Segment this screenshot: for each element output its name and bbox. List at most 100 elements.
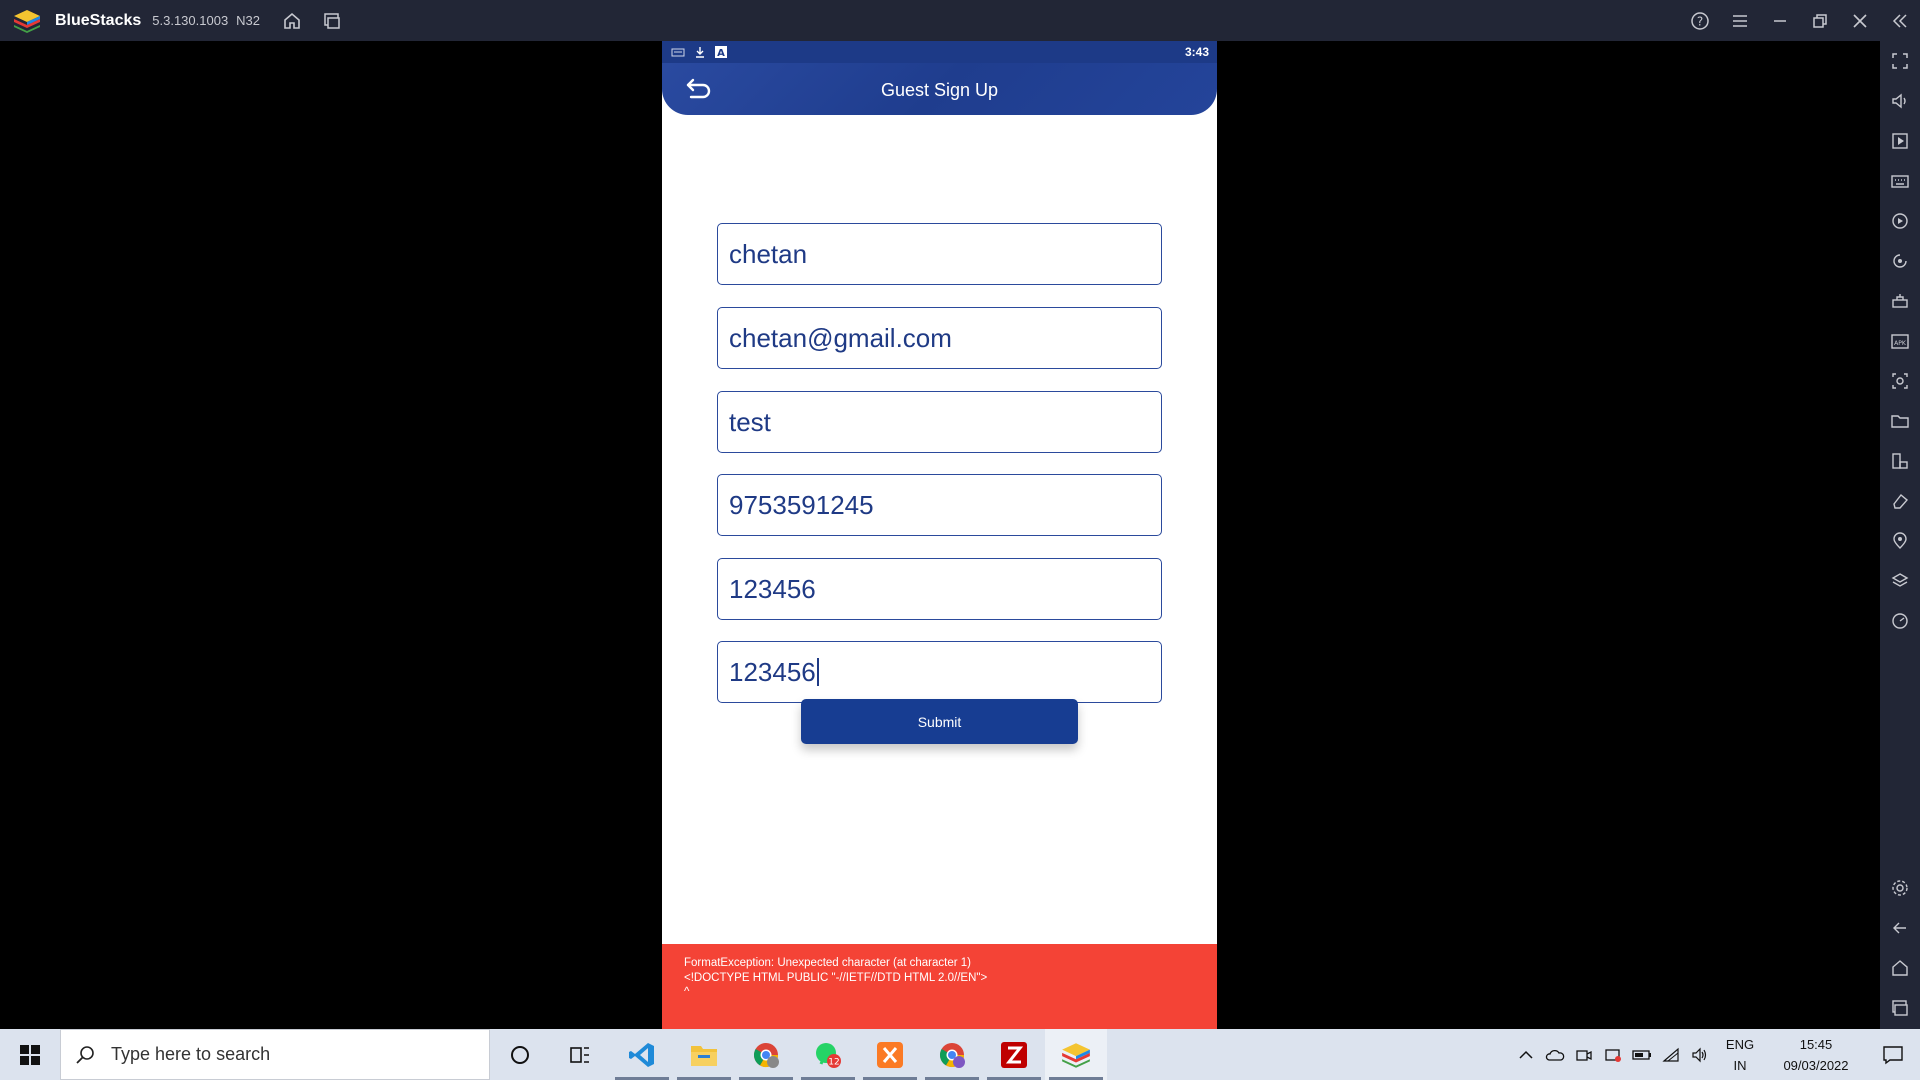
company-input[interactable] [718,392,1161,452]
settings-button[interactable] [1880,868,1920,908]
location-pin-icon [1893,532,1907,549]
fullscreen-button[interactable] [1880,41,1920,81]
company-field[interactable] [717,391,1162,453]
restore-button[interactable] [1800,0,1840,41]
hamburger-icon [1733,14,1747,27]
task-view-button[interactable] [549,1029,611,1080]
meet-now-tray-icon[interactable] [1569,1029,1598,1080]
region-code: IN [1733,1057,1747,1073]
volume-tray-icon[interactable] [1685,1029,1714,1080]
vscode-icon [629,1042,654,1067]
wifi-icon [1661,1047,1679,1062]
whatsapp-taskbar-app[interactable]: 12 [797,1029,859,1080]
email-input[interactable] [718,308,1161,368]
email-field[interactable] [717,307,1162,369]
show-hidden-icons-button[interactable] [1511,1029,1540,1080]
keyboard-icon [1891,175,1909,188]
vscode-taskbar-app[interactable] [611,1029,673,1080]
minimize-icon [1774,19,1786,22]
layers-button[interactable] [1880,561,1920,601]
bluestacks-logo-icon [14,9,40,33]
folder-icon [691,1045,717,1066]
input-language[interactable]: ENG IN [1714,1034,1766,1076]
eco-mode-button[interactable] [1880,481,1920,521]
cloud-icon [1545,1049,1564,1061]
media-manager-button[interactable] [1880,121,1920,161]
app-bar: Guest Sign Up [662,63,1217,115]
chrome-profile-taskbar-app[interactable] [921,1029,983,1080]
chrome-icon [753,1042,779,1068]
double-chevron-left-icon [1892,13,1907,28]
eraser-icon [1893,493,1908,509]
filezilla-taskbar-app[interactable] [983,1029,1045,1080]
battery-tray-icon[interactable] [1627,1029,1656,1080]
xampp-taskbar-app[interactable] [859,1029,921,1080]
status-time: 3:43 [1184,45,1209,59]
start-button[interactable] [0,1029,60,1080]
robot-icon [1892,294,1908,308]
download-icon [696,47,704,58]
taskbar-search[interactable] [60,1029,490,1080]
search-input[interactable] [111,1044,451,1065]
password-field[interactable] [717,558,1162,620]
name-field[interactable] [717,223,1162,285]
confirm-password-field[interactable] [717,641,1162,703]
help-button[interactable]: ? [1680,0,1720,41]
multi-instance-sync-button[interactable] [1880,441,1920,481]
error-pointer: ^ [684,986,690,998]
menu-button[interactable] [1720,0,1760,41]
minimize-button[interactable] [1760,0,1800,41]
bluestacks-sidebar: APK [1880,41,1920,1029]
defender-tray-icon[interactable] [1598,1029,1627,1080]
location-button[interactable] [1880,521,1920,561]
install-apk-button[interactable]: APK [1880,321,1920,361]
volume-button[interactable] [1880,81,1920,121]
android-back-button[interactable] [1880,908,1920,948]
sync-button[interactable] [1880,241,1920,281]
windows-logo-icon [20,1044,40,1065]
screenshot-button[interactable] [1880,361,1920,401]
macro-recorder-button[interactable] [1880,201,1920,241]
game-controls-button[interactable] [1880,281,1920,321]
wifi-tray-icon[interactable] [1656,1029,1685,1080]
clock[interactable]: 15:45 09/03/2022 [1766,1034,1866,1076]
multi-instance-button[interactable] [312,0,352,41]
android-recents-button[interactable] [1880,988,1920,1028]
bluestacks-taskbar-app[interactable] [1045,1029,1107,1080]
screen: BlueStacks 5.3.130.1003 N32 ? APK A 3:43… [0,0,1920,1080]
whatsapp-icon: 12 [816,1042,841,1068]
home-button[interactable] [272,0,312,41]
android-status-bar: A 3:43 [662,41,1217,63]
keyboard-controls-button[interactable] [1880,161,1920,201]
notification-icon [1883,1045,1903,1064]
cortana-button[interactable] [489,1029,551,1080]
app-name: BlueStacks [55,11,142,29]
name-input[interactable] [718,224,1161,284]
performance-button[interactable] [1880,601,1920,641]
volume-icon [1892,93,1906,109]
folder-button[interactable] [1880,401,1920,441]
onedrive-tray-icon[interactable] [1540,1029,1569,1080]
file-explorer-taskbar-app[interactable] [673,1029,735,1080]
phone-input[interactable] [718,475,1161,535]
confirm-password-input[interactable] [718,642,1161,702]
rotate-icon [1893,254,1907,268]
action-center-button[interactable] [1866,1029,1920,1080]
app-version: 5.3.130.1003 [152,13,229,28]
error-snackbar: FormatException: Unexpected character (a… [662,944,1217,1029]
a-letter-icon: A [715,46,727,58]
phone-field[interactable] [717,474,1162,536]
submit-button[interactable]: Submit [801,699,1078,744]
chrome-taskbar-app[interactable] [735,1029,797,1080]
gear-icon [1892,880,1908,896]
close-button[interactable] [1840,0,1880,41]
android-home-button[interactable] [1880,948,1920,988]
recents-icon [1892,1000,1908,1016]
password-input[interactable] [718,559,1161,619]
collapse-sidebar-button[interactable] [1880,0,1920,41]
cortana-circle-icon [511,1045,529,1064]
search-icon [76,1045,94,1064]
text-cursor [817,658,819,686]
filezilla-icon [1001,1041,1027,1068]
battery-icon [1631,1049,1651,1060]
